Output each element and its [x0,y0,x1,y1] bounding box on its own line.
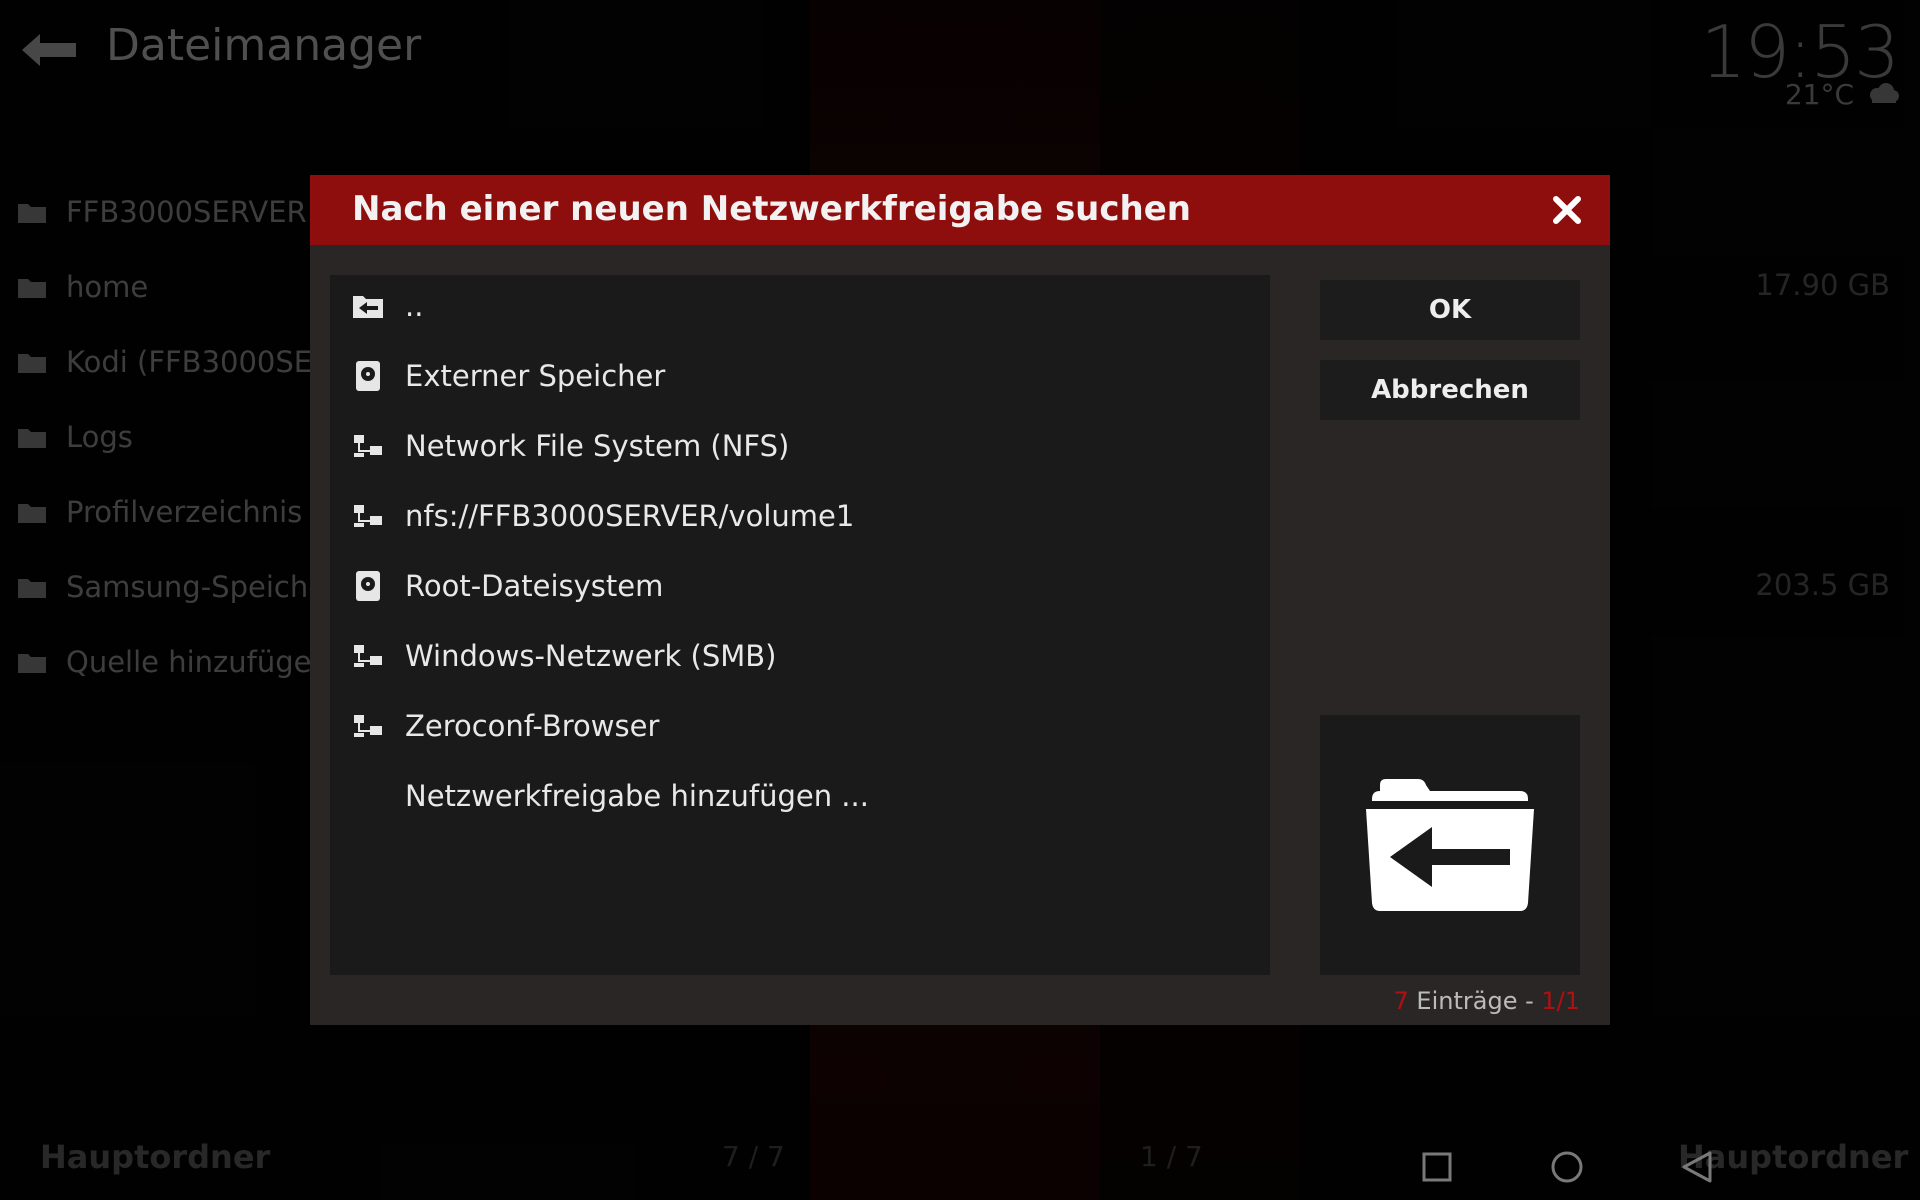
page-indicator: 1/1 [1541,987,1580,1015]
item-label: Windows-Netzwerk (SMB) [405,639,777,673]
list-item[interactable]: .. [330,275,1270,337]
cancel-button[interactable]: Abbrechen [1320,360,1580,420]
network-icon [350,638,386,674]
list-item[interactable]: nfs://FFB3000SERVER/volume1 [330,485,1270,547]
list-item[interactable]: Windows-Netzwerk (SMB) [330,625,1270,687]
list-item[interactable]: Root-Dateisystem [330,555,1270,617]
item-count-text: Einträge - [1408,987,1542,1015]
item-label: Netzwerkfreigabe hinzufügen ... [405,779,869,813]
item-label: Zeroconf-Browser [405,709,660,743]
item-count: 7 Einträge - 1/1 [1394,987,1580,1015]
network-icon [350,498,386,534]
preview-panel [1320,715,1580,975]
network-icon [350,708,386,744]
item-label: .. [405,289,424,323]
list-item[interactable]: Netzwerkfreigabe hinzufügen ... [330,765,1270,827]
item-label: nfs://FFB3000SERVER/volume1 [405,499,855,533]
share-list: .. Externer Speicher Network File System… [330,275,1270,975]
folder-back-icon [350,288,386,324]
browse-dialog: Nach einer neuen Netzwerkfreigabe suchen… [310,175,1610,1025]
list-item[interactable]: Externer Speicher [330,345,1270,407]
folder-back-icon [1366,779,1534,911]
dialog-title: Nach einer neuen Netzwerkfreigabe suchen [352,189,1192,229]
list-item[interactable]: Network File System (NFS) [330,415,1270,477]
item-label: Externer Speicher [405,359,666,393]
item-count-number: 7 [1393,987,1409,1015]
ok-button[interactable]: OK [1320,280,1580,340]
item-label: Root-Dateisystem [405,569,664,603]
close-icon[interactable] [1548,191,1586,229]
dialog-header: Nach einer neuen Netzwerkfreigabe suchen [310,175,1610,245]
network-icon [350,428,386,464]
item-label: Network File System (NFS) [405,429,790,463]
hard-drive-icon [350,568,386,604]
list-item[interactable]: Zeroconf-Browser [330,695,1270,757]
hard-drive-icon [350,358,386,394]
